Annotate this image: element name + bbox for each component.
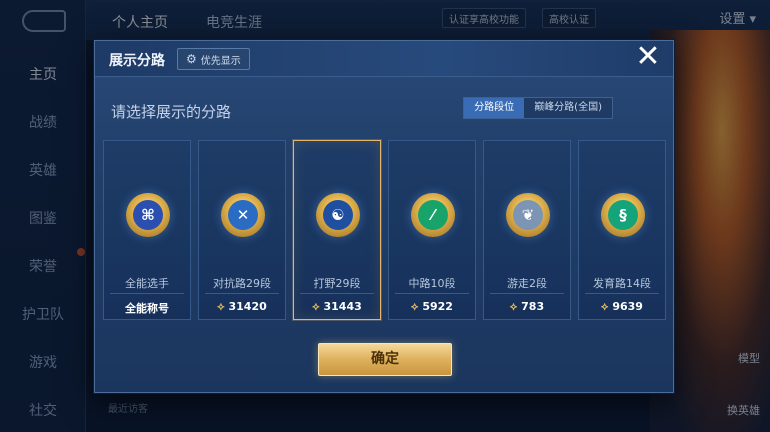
roam-icon: ❦ xyxy=(506,193,550,237)
dialog-header: 展示分路 ⚙ 优先显示 ✕ xyxy=(95,41,673,77)
lane-card-label: 打野29段 xyxy=(313,277,361,290)
lane-card-value: ⟡ 783 xyxy=(484,300,570,314)
emblem-glyph: ⌘ xyxy=(133,200,163,230)
mid-lane-icon: ⁄ xyxy=(411,193,455,237)
priority-display-label: 优先显示 xyxy=(200,55,241,67)
rank-points-icon: ⟡ xyxy=(509,300,518,313)
toggle-peak-lane[interactable]: 巅峰分路(全国) xyxy=(524,98,612,118)
priority-display-button[interactable]: ⚙ 优先显示 xyxy=(177,48,250,70)
lane-card-value: ⟡ 5922 xyxy=(389,300,475,314)
lane-card-label: 中路10段 xyxy=(408,277,456,290)
dialog-title: 展示分路 xyxy=(109,53,165,69)
emblem-glyph: ❦ xyxy=(513,200,543,230)
all-round-icon: ⌘ xyxy=(126,193,170,237)
select-lane-prompt: 请选择展示的分路 xyxy=(111,103,232,121)
lane-card-value: ⟡ 31420 xyxy=(199,300,285,314)
lane-card-list: ⌘ 全能选手 全能称号 ✕ 对抗路29段 ⟡ 31420 ☯ 打野29段 ⟡ 31443 ⁄ 中路10段… xyxy=(103,140,667,320)
lane-card-value-text: 5922 xyxy=(422,300,453,313)
rank-points-icon: ⟡ xyxy=(217,300,225,313)
emblem-glyph: ✕ xyxy=(228,200,258,230)
rank-points-icon: ⟡ xyxy=(601,300,609,313)
farm-lane-icon: § xyxy=(601,193,645,237)
toggle-lane-rank[interactable]: 分路段位 xyxy=(464,98,525,118)
lane-card-value-text: 31420 xyxy=(228,300,267,313)
lane-card-value-text: 31443 xyxy=(323,300,362,313)
lane-card-value: ⟡ 31443 xyxy=(294,300,380,314)
clash-lane-icon: ✕ xyxy=(221,193,265,237)
emblem-glyph: ☯ xyxy=(323,200,353,230)
lane-card-value-text: 783 xyxy=(521,300,545,313)
confirm-button[interactable]: 确定 xyxy=(318,343,452,376)
card-divider xyxy=(110,293,184,294)
lane-card-value-text: 9639 xyxy=(612,300,643,313)
card-divider xyxy=(585,293,659,294)
lane-card-label: 游走2段 xyxy=(507,277,547,290)
lane-card[interactable]: ✕ 对抗路29段 ⟡ 31420 xyxy=(198,140,286,320)
lane-card-value-text: 全能称号 xyxy=(125,302,169,315)
lane-mode-toggle: 分路段位 巅峰分路(全国) xyxy=(463,97,613,119)
lane-display-dialog: 展示分路 ⚙ 优先显示 ✕ 请选择展示的分路 分路段位 巅峰分路(全国) ⌘ 全能… xyxy=(94,40,674,393)
lane-card-label: 发育路14段 xyxy=(593,277,651,290)
gear-icon: ⚙ xyxy=(186,52,197,66)
emblem-glyph: ⁄ xyxy=(418,200,448,230)
close-icon[interactable]: ✕ xyxy=(633,42,663,73)
card-divider xyxy=(300,293,374,294)
card-divider xyxy=(395,293,469,294)
card-divider xyxy=(490,293,564,294)
lane-card-label: 全能选手 xyxy=(125,277,169,290)
rank-points-icon: ⟡ xyxy=(312,300,320,313)
jungle-icon: ☯ xyxy=(316,193,360,237)
emblem-glyph: § xyxy=(608,200,638,230)
lane-card[interactable]: ❦ 游走2段 ⟡ 783 xyxy=(483,140,571,320)
lane-card[interactable]: ⁄ 中路10段 ⟡ 5922 xyxy=(388,140,476,320)
lane-card-value: 全能称号 xyxy=(104,300,190,316)
card-divider xyxy=(205,293,279,294)
lane-card[interactable]: ☯ 打野29段 ⟡ 31443 xyxy=(293,140,381,320)
lane-card-value: ⟡ 9639 xyxy=(579,300,665,314)
lane-card[interactable]: § 发育路14段 ⟡ 9639 xyxy=(578,140,666,320)
lane-card[interactable]: ⌘ 全能选手全能称号 xyxy=(103,140,191,320)
lane-card-label: 对抗路29段 xyxy=(213,277,271,290)
rank-points-icon: ⟡ xyxy=(411,300,419,313)
